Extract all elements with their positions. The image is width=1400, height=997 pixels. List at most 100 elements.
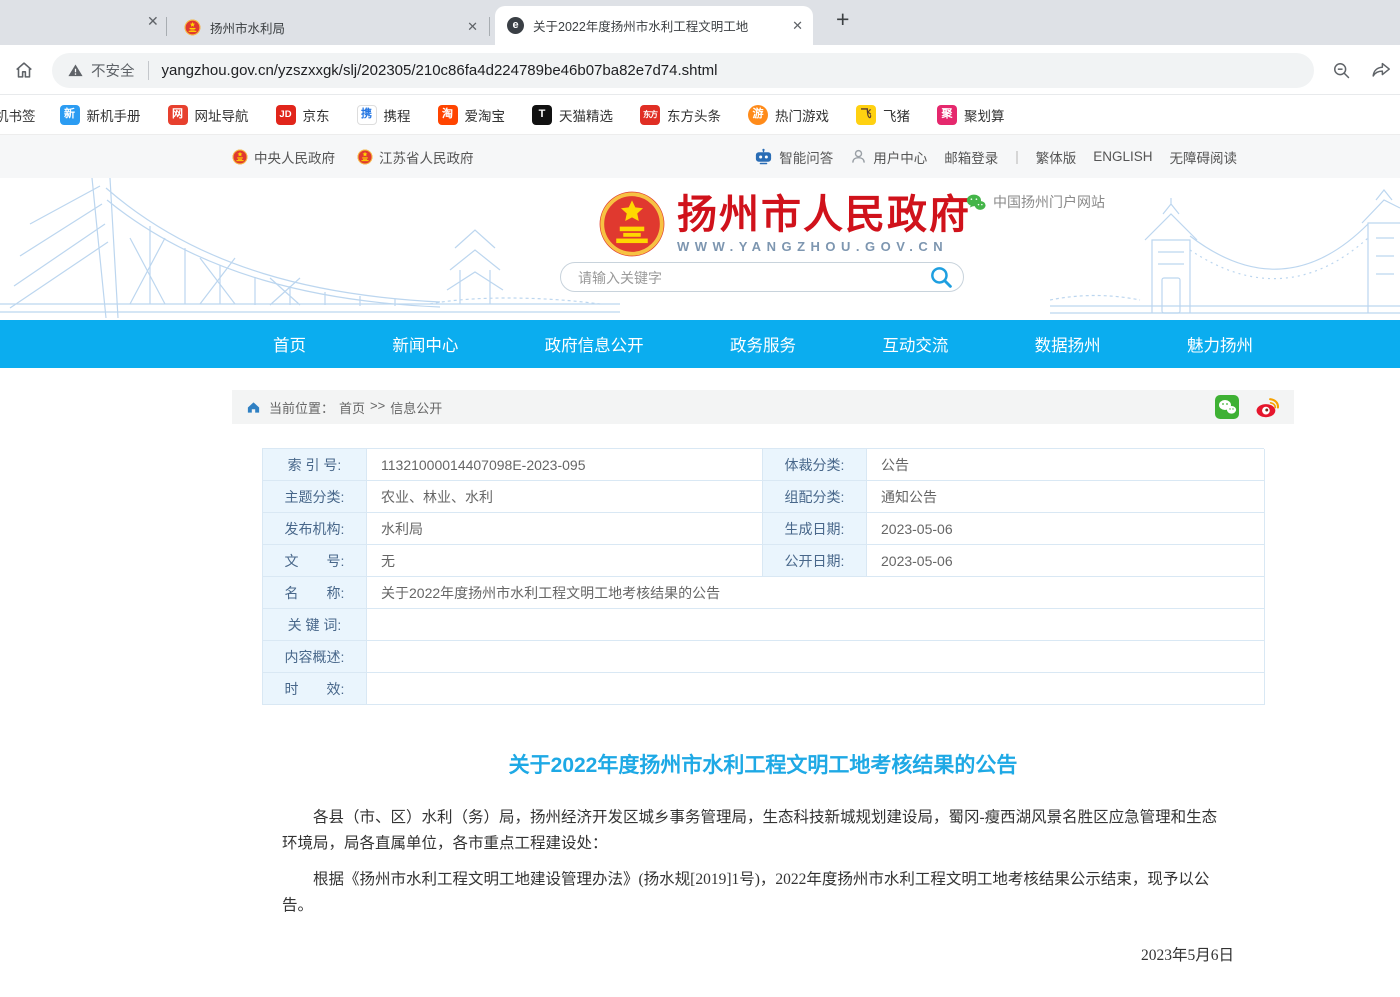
national-emblem-icon [357,149,373,165]
traditional-version-link[interactable]: 繁体版 [1036,147,1077,167]
bookmark-item[interactable]: 聚 聚划算 [937,105,1005,125]
meta-value-keywords [367,609,1265,641]
bookmark-item[interactable]: T 天猫精选 [532,105,613,125]
bookmark-label: 网址导航 [195,105,249,125]
bookmark-item[interactable]: 飞 飞猪 [856,105,910,125]
divider [148,61,149,80]
bookmark-label: 新机手册 [87,105,141,125]
bookmark-favicon: 飞 [856,105,876,125]
english-version-link[interactable]: ENGLISH [1093,149,1152,164]
meta-value-publisher: 水利局 [367,513,763,545]
close-icon[interactable]: ✕ [467,19,478,35]
smart-qa-link[interactable]: 智能问答 [754,147,833,167]
meta-label: 发布机构: [263,513,367,545]
nav-item-charm[interactable]: 魅力扬州 [1187,332,1253,356]
not-secure-warning-icon[interactable] [67,62,84,79]
breadcrumb-separator: >> [370,398,385,417]
meta-label: 名 称: [263,577,367,609]
divider: | [1015,149,1019,164]
main-navigation: 首页 新闻中心 政府信息公开 政务服务 互动交流 数据扬州 魅力扬州 [0,320,1400,368]
site-name: 扬州市人民政府 [677,194,971,236]
url-field[interactable]: 不安全 yangzhou.gov.cn/yzszxxgk/slj/202305/… [52,53,1314,88]
close-icon[interactable]: ✕ [792,18,803,34]
bookmark-item[interactable]: 游 热门游戏 [748,105,829,125]
wechat-share-icon[interactable] [1215,395,1239,419]
smart-qa-label: 智能问答 [779,147,833,167]
meta-label: 关 键 词: [263,609,367,641]
user-center-link[interactable]: 用户中心 [850,147,927,167]
bookmark-label: 机书签 [0,105,36,125]
browser-window: ✕ 扬州市水利局 ✕ e 关于2022年度扬州市水利工程文明工地 ✕ + [0,0,1400,997]
site-header-banner: 扬州市人民政府 WWW.YANGZHOU.GOV.CN 中国扬州门户网站 [0,178,1400,320]
security-label[interactable]: 不安全 [91,60,135,81]
meta-label: 时 效: [263,673,367,705]
nav-item-services[interactable]: 政务服务 [730,332,796,356]
browser-tab-water-bureau[interactable]: 扬州市水利局 ✕ [172,9,488,45]
portal-label: 中国扬州门户网站 [993,192,1105,212]
link-central-gov[interactable]: 中央人民政府 [232,147,335,167]
bookmark-favicon: T [532,105,552,125]
article-title: 关于2022年度扬州市水利工程文明工地考核结果的公告 [232,749,1294,779]
meta-label: 生成日期: [763,513,867,545]
portal-label-block[interactable]: 中国扬州门户网站 [966,192,1105,212]
browser-tab-active-announcement[interactable]: e 关于2022年度扬州市水利工程文明工地 ✕ [495,6,813,45]
utility-links: 智能问答 用户中心 邮箱登录 | 繁体版 ENGLISH 无障碍阅读 [754,135,1237,178]
meta-label: 主题分类: [263,481,367,513]
link-jiangsu-gov[interactable]: 江苏省人民政府 [357,147,474,167]
bookmark-item[interactable]: 新 新机手册 [60,105,141,125]
mail-login-link[interactable]: 邮箱登录 [944,147,998,167]
meta-value-summary [367,641,1265,673]
home-icon[interactable] [246,400,261,415]
bookmark-item[interactable]: JD 京东 [276,105,330,125]
home-icon[interactable] [13,59,35,81]
bookmark-favicon: JD [276,105,296,125]
breadcrumb-home-link[interactable]: 首页 [339,398,365,417]
meta-value-group: 通知公告 [867,481,1265,513]
national-emblem-icon [597,189,667,259]
wechat-icon [966,193,986,212]
bookmark-item[interactable]: 携 携程 [357,105,411,125]
site-logo[interactable]: 扬州市人民政府 WWW.YANGZHOU.GOV.CN [597,189,971,259]
meta-value-publish-date: 2023-05-06 [867,545,1265,577]
meta-label: 内容概述: [263,641,367,673]
article-paragraph: 各县（市、区）水利（务）局，扬州经济开发区城乡事务管理局，生态科技新城规划建设局… [282,805,1232,857]
header-artwork-bridge-left [0,178,620,320]
meta-label: 体裁分类: [763,449,867,481]
breadcrumb-current-link[interactable]: 信息公开 [390,398,442,417]
zoom-out-icon[interactable] [1331,60,1352,81]
nav-item-data[interactable]: 数据扬州 [1035,332,1101,356]
gov-link-label: 中央人民政府 [254,147,335,167]
share-icon[interactable] [1370,59,1392,81]
close-icon[interactable]: ✕ [147,13,159,30]
weibo-share-icon[interactable] [1255,395,1280,420]
search-icon[interactable] [929,265,954,290]
site-search-box [560,262,964,292]
nav-item-info-disclosure[interactable]: 政府信息公开 [545,332,644,356]
bookmark-label: 聚划算 [964,105,1005,125]
meta-label: 索 引 号: [263,449,367,481]
meta-label: 文 号: [263,545,367,577]
tab-title: 关于2022年度扬州市水利工程文明工地 [533,16,782,35]
bookmark-item[interactable]: 东方 东方头条 [640,105,721,125]
meta-label: 公开日期: [763,545,867,577]
new-tab-button[interactable]: + [836,6,849,33]
site-search-input[interactable] [576,264,910,292]
bookmark-item[interactable]: 机书签 [0,105,36,125]
nav-item-home[interactable]: 首页 [273,332,306,356]
bookmark-item[interactable]: 网 网址导航 [168,105,249,125]
bookmark-favicon: 游 [748,105,768,125]
bookmark-label: 天猫精选 [559,105,613,125]
gov-top-bar: 中央人民政府 江苏省人民政府 [0,135,1400,178]
page-url[interactable]: yangzhou.gov.cn/yzszxxgk/slj/202305/210c… [162,62,718,79]
bookmark-item[interactable]: 淘 爱淘宝 [438,105,506,125]
accessibility-link[interactable]: 无障碍阅读 [1170,147,1238,167]
bookmark-favicon: 东方 [640,105,660,125]
nav-item-interaction[interactable]: 互动交流 [882,332,948,356]
breadcrumb-prefix: 当前位置： [269,398,334,417]
national-emblem-icon [232,149,248,165]
bookmark-label: 京东 [303,105,330,125]
bookmark-favicon: 聚 [937,105,957,125]
bookmark-label: 飞猪 [883,105,910,125]
nav-item-news[interactable]: 新闻中心 [392,332,458,356]
meta-value-validity [367,673,1265,705]
